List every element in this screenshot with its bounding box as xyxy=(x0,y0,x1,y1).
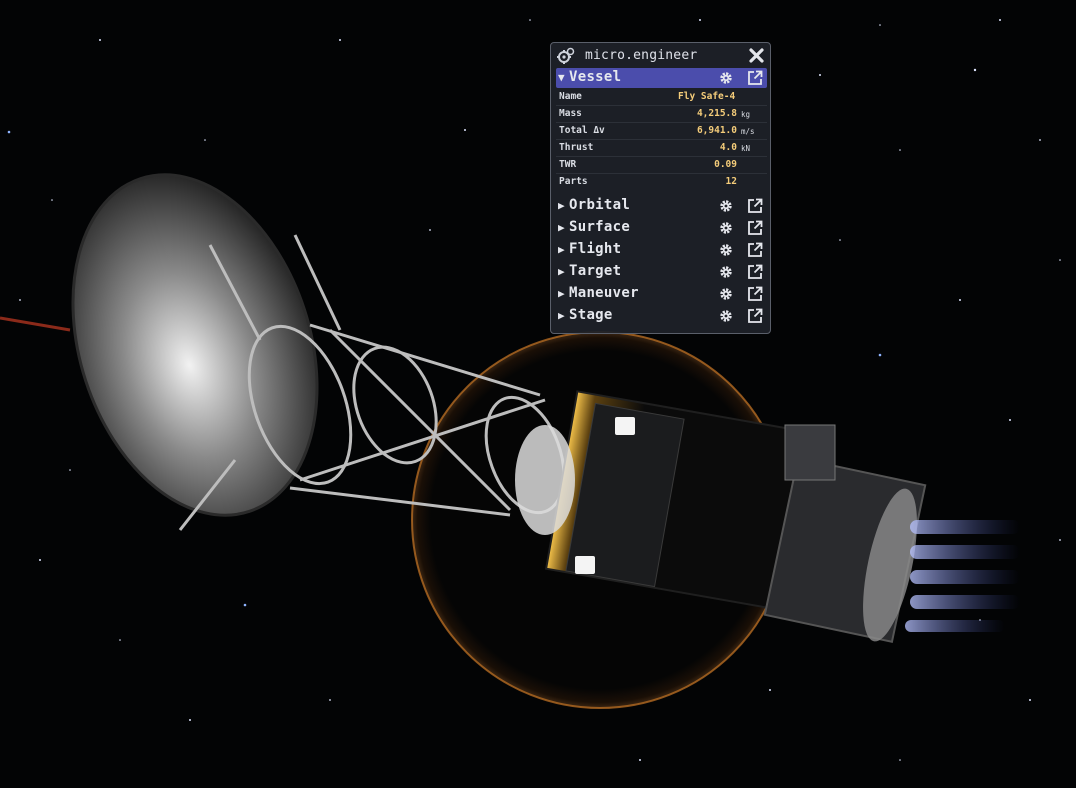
section-header-orbital[interactable]: ▶ Orbital xyxy=(556,196,767,216)
popout-icon[interactable] xyxy=(747,70,763,86)
vessel-row-mass: Mass 4,215.8 kg xyxy=(556,106,767,123)
gear-icon[interactable] xyxy=(718,264,734,280)
section-header-stage[interactable]: ▶ Stage xyxy=(556,306,767,326)
window-title: micro.engineer xyxy=(585,48,698,63)
row-value: 4,215.8 xyxy=(696,108,737,119)
section-header-target[interactable]: ▶ Target xyxy=(556,262,767,282)
vessel-row-twr: TWR 0.09 xyxy=(556,157,767,174)
expand-triangle-icon: ▶ xyxy=(558,309,565,322)
vessel-row-parts: Parts 12 xyxy=(556,174,767,191)
row-value: 12 xyxy=(725,176,737,187)
popout-icon[interactable] xyxy=(747,308,763,324)
row-label: TWR xyxy=(559,159,577,170)
section-label: Surface xyxy=(569,219,631,235)
section-label: Flight xyxy=(569,241,622,257)
gear-icon[interactable] xyxy=(718,286,734,302)
row-value: 0.09 xyxy=(714,159,737,170)
gear-icon[interactable] xyxy=(718,220,734,236)
row-unit: kg xyxy=(741,110,751,119)
section-label: Vessel xyxy=(569,69,622,85)
expand-triangle-icon: ▶ xyxy=(558,221,565,234)
gear-icon[interactable] xyxy=(718,242,734,258)
gears-icon xyxy=(557,47,575,64)
close-icon[interactable] xyxy=(748,47,765,64)
section-label: Stage xyxy=(569,307,613,323)
expand-triangle-icon: ▶ xyxy=(558,287,565,300)
section-label: Maneuver xyxy=(569,285,639,301)
row-value: 4.0 xyxy=(719,142,737,153)
section-header-vessel[interactable]: ▼ Vessel xyxy=(556,68,767,88)
row-value: Fly Safe-4 xyxy=(678,91,736,102)
row-label: Parts xyxy=(559,176,588,187)
popout-icon[interactable] xyxy=(747,220,763,236)
section-header-maneuver[interactable]: ▶ Maneuver xyxy=(556,284,767,304)
section-label: Target xyxy=(569,263,622,279)
popout-icon[interactable] xyxy=(747,198,763,214)
row-value: 6,941.0 xyxy=(696,125,737,136)
gear-icon[interactable] xyxy=(718,198,734,214)
space-scene xyxy=(0,19,1061,761)
window-header[interactable]: micro.engineer xyxy=(551,43,770,67)
expand-triangle-icon: ▶ xyxy=(558,199,565,212)
section-label: Orbital xyxy=(569,197,631,213)
vessel-row-name: Name Fly Safe-4 xyxy=(556,89,767,106)
gear-icon[interactable] xyxy=(718,308,734,324)
popout-icon[interactable] xyxy=(747,286,763,302)
expand-triangle-icon: ▶ xyxy=(558,243,565,256)
popout-icon[interactable] xyxy=(747,264,763,280)
micro-engineer-window[interactable]: micro.engineer ▼ Vessel Name Fly Safe-4 … xyxy=(550,42,771,334)
expand-triangle-icon: ▶ xyxy=(558,265,565,278)
popout-icon[interactable] xyxy=(747,242,763,258)
row-label: Thrust xyxy=(559,142,594,153)
section-header-surface[interactable]: ▶ Surface xyxy=(556,218,767,238)
section-header-flight[interactable]: ▶ Flight xyxy=(556,240,767,260)
row-label: Total Δv xyxy=(559,125,605,136)
collapse-triangle-icon: ▼ xyxy=(558,71,565,84)
vessel-row-total-dv: Total Δv 6,941.0 m/s xyxy=(556,123,767,140)
row-label: Mass xyxy=(559,108,582,119)
row-unit: m/s xyxy=(741,127,755,136)
row-label: Name xyxy=(559,91,582,102)
gear-icon[interactable] xyxy=(718,70,734,86)
vessel-row-thrust: Thrust 4.0 kN xyxy=(556,140,767,157)
row-unit: kN xyxy=(741,144,751,153)
